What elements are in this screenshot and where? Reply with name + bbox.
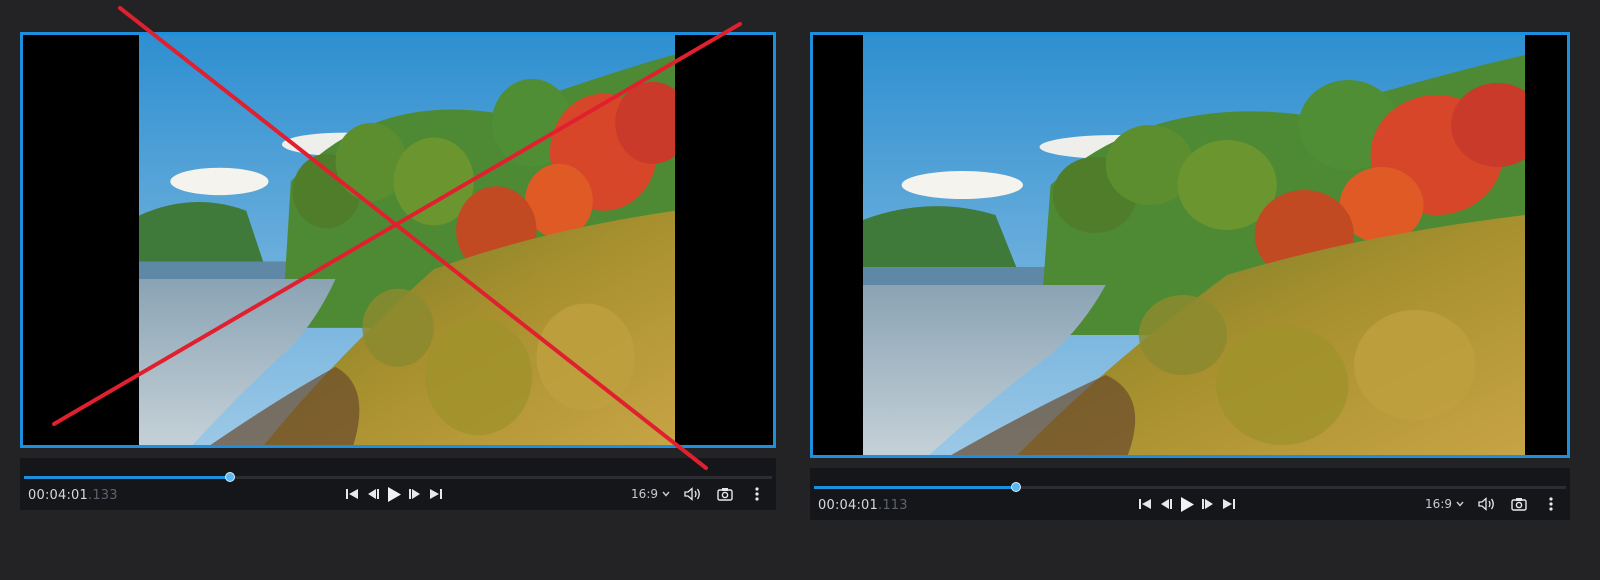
time-display: 00:04:01.113	[818, 498, 908, 513]
volume-icon[interactable]	[684, 486, 702, 502]
camera-icon[interactable]	[1510, 496, 1528, 512]
aspect-ratio-label: 16:9	[1425, 497, 1452, 511]
camera-icon[interactable]	[716, 486, 734, 502]
aspect-ratio-select[interactable]: 16:9	[1425, 497, 1464, 511]
seek-bar-progress	[24, 476, 231, 479]
skip-back-icon[interactable]	[1138, 496, 1152, 512]
time-milliseconds: .113	[878, 498, 908, 513]
video-content	[863, 35, 1525, 455]
player-controls: 00:04:01.113 16:9	[810, 468, 1570, 520]
frame-back-icon[interactable]	[366, 486, 380, 502]
video-content	[139, 35, 675, 445]
chevron-down-icon	[662, 491, 670, 497]
frame-forward-icon[interactable]	[1201, 496, 1215, 512]
time-display: 00:04:01.133	[28, 488, 118, 503]
more-icon[interactable]	[748, 486, 766, 502]
volume-icon[interactable]	[1478, 496, 1496, 512]
frame-back-icon[interactable]	[1159, 496, 1173, 512]
transport-controls	[345, 486, 443, 502]
time-main: 00:04:01	[818, 498, 878, 513]
transport-controls	[1138, 496, 1236, 512]
frame-forward-icon[interactable]	[408, 486, 422, 502]
video-player-right: 00:04:01.113 16:9	[810, 32, 1570, 520]
video-frame[interactable]	[810, 32, 1570, 458]
time-main: 00:04:01	[28, 488, 88, 503]
more-icon[interactable]	[1542, 496, 1560, 512]
play-icon[interactable]	[387, 486, 401, 502]
aspect-ratio-select[interactable]: 16:9	[631, 487, 670, 501]
chevron-down-icon	[1456, 501, 1464, 507]
aspect-ratio-label: 16:9	[631, 487, 658, 501]
seek-handle[interactable]	[225, 472, 236, 482]
player-tools: 16:9	[631, 486, 766, 502]
time-milliseconds: .133	[88, 488, 118, 503]
player-tools: 16:9	[1425, 496, 1560, 512]
skip-forward-icon[interactable]	[429, 486, 443, 502]
video-frame[interactable]	[20, 32, 776, 448]
seek-bar[interactable]	[24, 472, 772, 482]
seek-bar[interactable]	[814, 482, 1566, 492]
seek-bar-progress	[814, 486, 1016, 489]
video-player-left: 00:04:01.133 16:9	[20, 32, 776, 510]
skip-forward-icon[interactable]	[1222, 496, 1236, 512]
player-controls: 00:04:01.133 16:9	[20, 458, 776, 510]
skip-back-icon[interactable]	[345, 486, 359, 502]
play-icon[interactable]	[1180, 496, 1194, 512]
seek-handle[interactable]	[1010, 482, 1021, 492]
